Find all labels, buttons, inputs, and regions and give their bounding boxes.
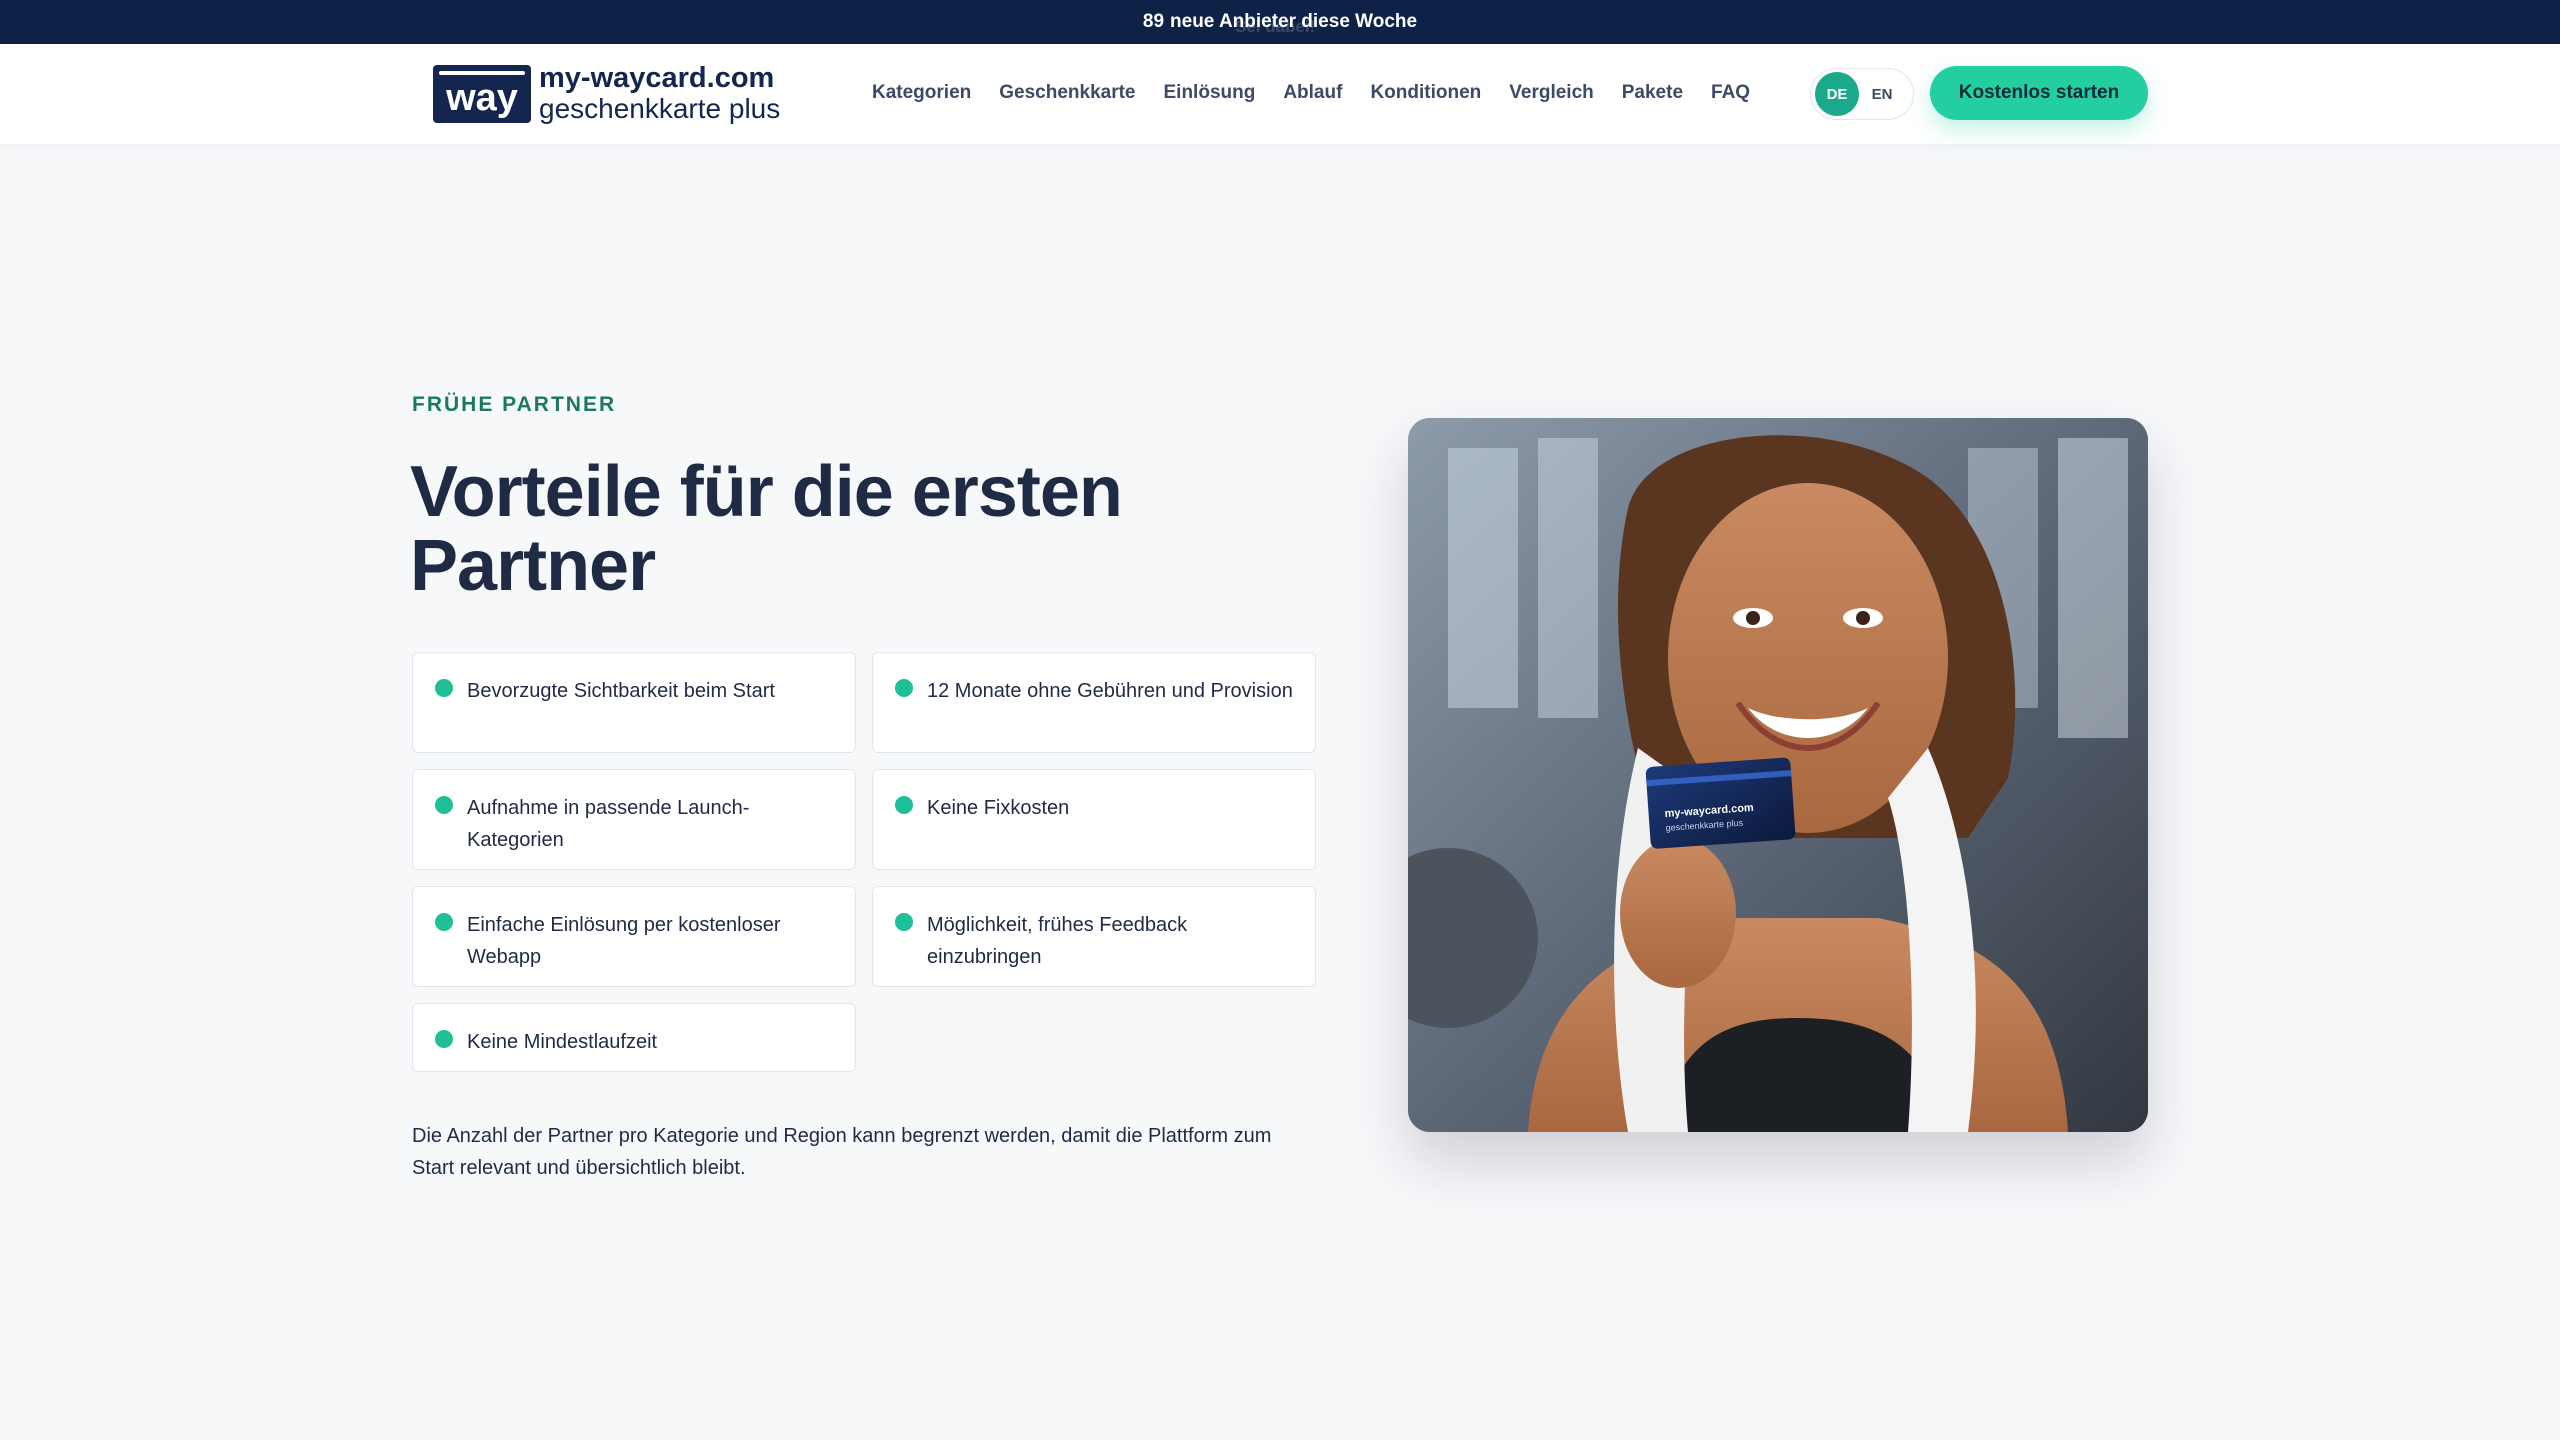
benefit-text: Aufnahme in passende Launch-Kategorien: [467, 797, 750, 851]
main-nav: Kategorien Geschenkkarte Einlösung Ablau…: [872, 82, 1778, 104]
benefit-text: Bevorzugte Sichtbarkeit beim Start: [467, 680, 775, 702]
bullet-dot-icon: [435, 1030, 453, 1048]
benefit-text: 12 Monate ohne Gebühren und Provision: [927, 680, 1293, 702]
benefit-text: Möglichkeit, frühes Feedback einzubringe…: [927, 914, 1188, 968]
benefit-card: Bevorzugte Sichtbarkeit beim Start: [412, 652, 856, 753]
logo-wordmark: my-waycard.com geschenkkarte plus: [539, 64, 780, 123]
bullet-dot-icon: [435, 796, 453, 814]
logo-mark-text: way: [446, 76, 518, 119]
benefit-card: Möglichkeit, frühes Feedback einzubringe…: [872, 886, 1316, 987]
language-switcher: DE EN: [1810, 68, 1914, 120]
benefit-text: Keine Mindestlaufzeit: [467, 1031, 658, 1053]
logo-mark: way: [433, 64, 531, 123]
section-eyebrow: FRÜHE PARTNER: [412, 393, 617, 416]
benefit-card: Aufnahme in passende Launch-Kategorien: [412, 769, 856, 870]
benefit-text: Keine Fixkosten: [927, 797, 1070, 819]
site-header: way my-waycard.com geschenkkarte plus Ka…: [0, 44, 2560, 144]
nav-kategorien[interactable]: Kategorien: [872, 82, 971, 104]
logo-line-domain: my-waycard.com: [539, 62, 775, 94]
partner-limit-note: Die Anzahl der Partner pro Kategorie und…: [412, 1125, 1272, 1179]
lang-en-button[interactable]: EN: [1859, 86, 1905, 103]
announcement-bar: 89 neue Anbieter diese Woche Sei dabei!: [0, 0, 2560, 44]
new-provider-count: 89: [1142, 11, 1165, 32]
benefit-card: Keine Fixkosten: [872, 769, 1316, 870]
benefit-card: 12 Monate ohne Gebühren und Provision: [872, 652, 1316, 753]
nav-konditionen[interactable]: Konditionen: [1370, 82, 1481, 104]
logo-line-tagline: geschenkkarte plus: [539, 93, 781, 124]
gym-photo-illustration: my-waycard.com geschenkkarte plus: [1408, 418, 2148, 1132]
benefit-card: Einfache Einlösung per kostenloser Webap…: [412, 886, 856, 987]
benefit-card: Keine Mindestlaufzeit: [412, 1003, 856, 1072]
nav-geschenkkarte[interactable]: Geschenkkarte: [999, 82, 1135, 104]
lang-de-button[interactable]: DE: [1815, 72, 1859, 116]
nav-vergleich[interactable]: Vergleich: [1509, 82, 1594, 104]
benefit-text: Einfache Einlösung per kostenloser Webap…: [467, 914, 781, 968]
logo[interactable]: way my-waycard.com geschenkkarte plus: [433, 64, 780, 123]
bullet-dot-icon: [895, 679, 913, 697]
nav-pakete[interactable]: Pakete: [1622, 82, 1683, 104]
section-title: Vorteile für die ersten Partner: [410, 452, 1123, 606]
bullet-dot-icon: [435, 913, 453, 931]
bullet-dot-icon: [435, 679, 453, 697]
bullet-dot-icon: [895, 796, 913, 814]
announcement-ghost-text: Sei dabei!: [1235, 17, 1316, 36]
hero-photo: my-waycard.com geschenkkarte plus: [1408, 418, 2148, 1132]
start-free-button[interactable]: Kostenlos starten: [1930, 66, 2148, 120]
nav-ablauf[interactable]: Ablauf: [1283, 82, 1342, 104]
waycard-graphic: [1645, 757, 1796, 849]
nav-faq[interactable]: FAQ: [1711, 82, 1750, 104]
nav-einloesung[interactable]: Einlösung: [1164, 82, 1256, 104]
bullet-dot-icon: [895, 913, 913, 931]
